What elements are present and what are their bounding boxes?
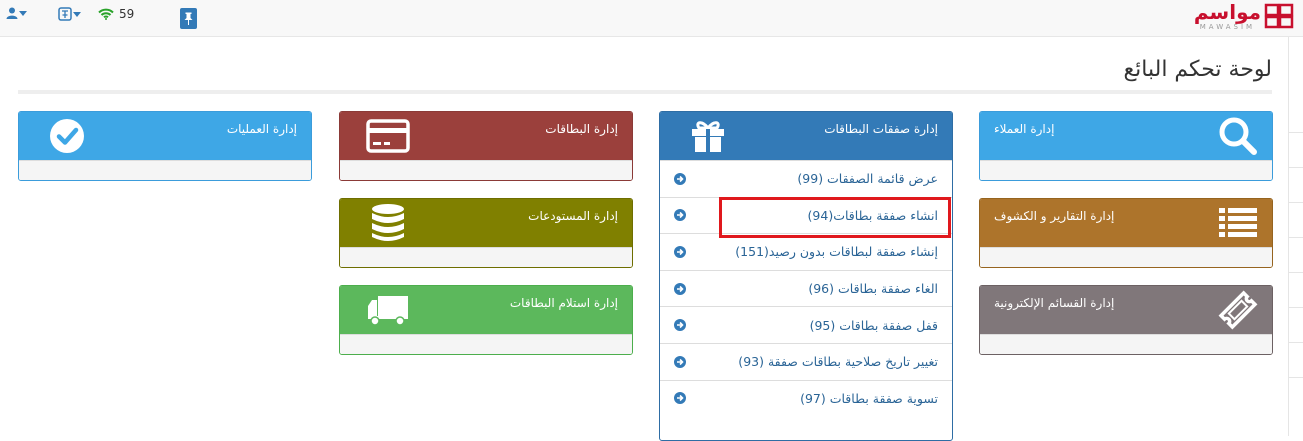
pin-icon (184, 12, 193, 25)
pin-button[interactable] (180, 8, 197, 29)
check-circle-icon (45, 118, 89, 154)
user-menu[interactable] (6, 7, 27, 19)
credit-card-icon (366, 118, 410, 154)
panel-title: إدارة البطاقات (545, 122, 618, 136)
page-title: لوحة تحكم البائع (1123, 57, 1272, 82)
list-icon (1216, 205, 1260, 241)
logo-text: مواسم (1193, 0, 1261, 24)
arrow-circle-right-icon (674, 172, 686, 185)
panel-footer (340, 247, 632, 267)
panel-title: إدارة العملاء (994, 122, 1055, 136)
arrow-circle-right-icon (674, 245, 686, 258)
translate-icon (58, 7, 72, 21)
arrow-circle-right-icon (674, 355, 686, 368)
list-item[interactable]: قفل صفقة بطاقات (95) (660, 306, 952, 343)
top-navbar: 59 مواسم MAWASIM (0, 0, 1303, 37)
panel-warehouses[interactable]: إدارة المستودعات (339, 198, 633, 268)
signal-count: 59 (119, 7, 135, 21)
wifi-icon (98, 8, 114, 20)
arrow-circle-right-icon (674, 209, 686, 222)
panel-title: إدارة القسائم الإلكترونية (994, 296, 1115, 310)
list-item[interactable]: تسوية صفقة بطاقات (97) (660, 379, 952, 417)
list-item[interactable]: عرض قائمة الصفقات (99) (660, 160, 952, 197)
panel-footer (340, 160, 632, 180)
panel-title: إدارة التقارير و الكشوف (994, 209, 1115, 223)
panel-title: إدارة المستودعات (528, 209, 618, 223)
panel-deals[interactable]: إدارة صفقات البطاقات عرض قائمة الصفقات (… (659, 111, 953, 441)
panel-title: إدارة العمليات (226, 122, 297, 136)
ticket-icon (1216, 290, 1260, 330)
arrow-circle-right-icon (674, 282, 686, 295)
panel-reports[interactable]: إدارة التقارير و الكشوف (979, 198, 1273, 268)
list-item[interactable]: تغيير تاريخ صلاحية بطاقات صفقة (93) (660, 342, 952, 380)
panel-operations[interactable]: إدارة العمليات (18, 111, 312, 181)
panel-coupons[interactable]: إدارة القسائم الإلكترونية (979, 285, 1273, 355)
truck-icon (366, 292, 410, 328)
panel-footer (980, 247, 1272, 267)
logo-subtext: MAWASIM (1199, 22, 1256, 31)
chevron-down-icon (19, 10, 27, 16)
gift-icon (686, 118, 730, 154)
panel-receiving[interactable]: إدارة استلام البطاقات (339, 285, 633, 355)
list-item[interactable]: الغاء صفقة بطاقات (96) (660, 269, 952, 307)
arrow-circle-right-icon (674, 392, 686, 405)
title-divider (18, 90, 1272, 94)
signal-indicator[interactable]: 59 (98, 7, 134, 21)
panel-footer (980, 160, 1272, 180)
panel-title: إدارة استلام البطاقات (509, 296, 618, 310)
panel-footer (340, 334, 632, 354)
selection-highlight (719, 197, 951, 238)
logo-mark-icon (1264, 3, 1294, 29)
panel-customers[interactable]: إدارة العملاء (979, 111, 1273, 181)
panel-cards[interactable]: إدارة البطاقات (339, 111, 633, 181)
database-icon (366, 204, 410, 241)
panel-title: إدارة صفقات البطاقات (824, 122, 938, 136)
list-item[interactable]: إنشاء صفقة لبطاقات بدون رصيد(151) (660, 233, 952, 270)
panel-footer (19, 160, 311, 180)
chevron-down-icon (73, 11, 81, 17)
user-icon (6, 7, 18, 19)
brand-logo[interactable]: مواسم MAWASIM (1194, 0, 1294, 32)
side-panel-edge (1288, 37, 1303, 436)
arrow-circle-right-icon (674, 319, 686, 332)
search-icon (1216, 117, 1260, 155)
panel-footer (980, 334, 1272, 354)
language-menu[interactable] (58, 7, 81, 21)
